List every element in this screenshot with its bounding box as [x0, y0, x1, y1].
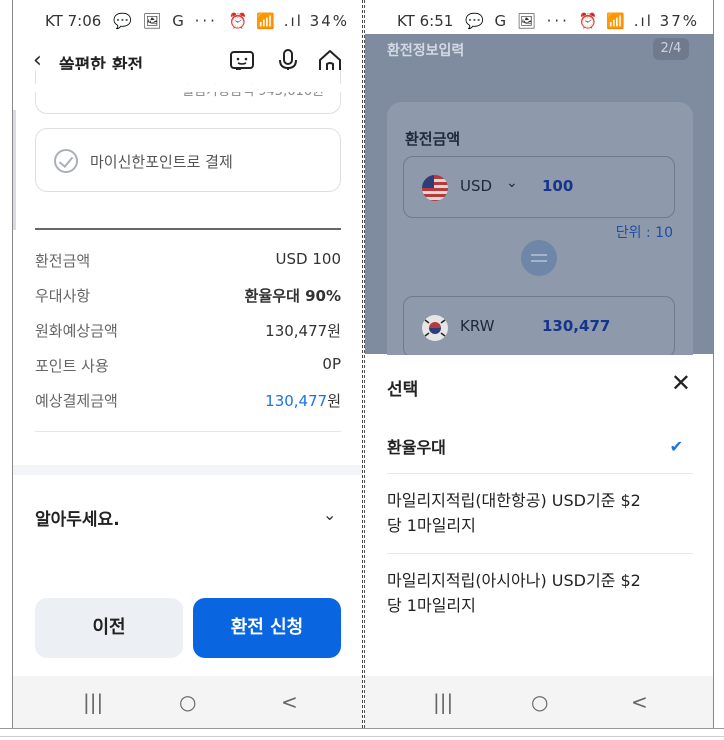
close-icon[interactable]: ✕	[671, 369, 691, 397]
frame-border	[0, 728, 724, 729]
sheet-title: 선택	[387, 380, 419, 400]
status-bar: KT 7:06 💬 🖼 G ··· ⏰ 📶 .ıl 34%	[13, 0, 363, 38]
summary-row-benefit: 우대사항 환율우대 90%	[35, 285, 341, 307]
summary-value: 130,477원	[265, 390, 341, 411]
step-title: 환전정보입력	[387, 43, 465, 59]
home-button-icon[interactable]: ○	[179, 690, 196, 714]
summary-value: 130,477원	[265, 322, 341, 340]
back-button-icon[interactable]: <	[631, 690, 648, 714]
prev-button[interactable]: 이전	[35, 598, 183, 658]
right-phone-screen: KT 6:51 💬 G 🖼 ··· ⏰ 📶 .ıl 37% 환전정보입력 2/4…	[364, 0, 714, 728]
header-mask	[13, 84, 363, 92]
divider	[35, 431, 341, 432]
option-bottom-sheet: 선택 ✕ 환율우대 ✔ 마일리지적립(대한항공) USD기준 $2 당 1마일리…	[365, 355, 713, 676]
check-circle-icon[interactable]	[54, 149, 78, 173]
back-button-icon[interactable]: <	[281, 690, 298, 714]
point-payment-option[interactable]: 마이신한포인트로 결제	[35, 128, 341, 192]
notice-title[interactable]: 알아두세요.	[35, 505, 120, 530]
summary-key: 우대사항	[35, 287, 91, 305]
payment-amount: 130,477	[265, 392, 328, 410]
amount-label: 환전금액	[405, 130, 461, 148]
option-divider	[387, 553, 693, 554]
option-mileage-asiana[interactable]: 마일리지적립(아시아나) USD기준 $2 당 1마일리지	[387, 568, 693, 618]
summary-value: 환율우대 90%	[244, 287, 341, 305]
notification-icons: 💬 G 🖼 ···	[465, 12, 570, 30]
summary-value: USD 100	[275, 250, 341, 268]
apply-exchange-button[interactable]: 환전 신청	[193, 598, 341, 658]
check-icon: ✔	[669, 437, 683, 456]
recent-apps-icon[interactable]: |||	[433, 690, 453, 714]
chevron-down-icon[interactable]: ⌄	[323, 505, 336, 524]
to-currency-field: KRW 130,477	[403, 296, 675, 358]
recent-apps-icon[interactable]: |||	[83, 690, 103, 714]
from-currency-code: USD	[460, 177, 493, 195]
system-icons: ⏰ 📶 .ıl 34%	[228, 12, 349, 30]
to-currency-code: KRW	[460, 317, 495, 335]
point-payment-label: 마이신한포인트로 결제	[90, 153, 233, 171]
summary-row-points: 포인트 사용 0P	[35, 355, 341, 377]
status-bar: KT 6:51 💬 G 🖼 ··· ⏰ 📶 .ıl 37%	[365, 0, 713, 38]
step-indicator: 2/4	[653, 38, 689, 60]
system-icons: ⏰ 📶 .ıl 37%	[578, 12, 699, 30]
summary-row-krw-estimate: 원화예상금액 130,477원	[35, 320, 341, 342]
system-nav-bar: ||| ○ <	[13, 676, 363, 728]
summary-key: 포인트 사용	[35, 357, 109, 375]
summary-row-amount: 환전금액 USD 100	[35, 250, 341, 272]
status-time: KT 7:06	[45, 12, 102, 30]
option-divider	[387, 473, 693, 474]
summary-key: 예상결제금액	[35, 392, 118, 410]
option-mileage-korean-air[interactable]: 마일리지적립(대한항공) USD기준 $2 당 1마일리지	[387, 488, 693, 538]
summary-key: 환전금액	[35, 252, 91, 270]
summary-key: 원화예상금액	[35, 322, 118, 340]
option-rate-preference[interactable]: 환율우대	[387, 435, 693, 460]
payment-unit: 원	[327, 392, 341, 410]
summary-divider	[35, 228, 341, 230]
chevron-down-icon[interactable]: ⌄	[506, 175, 518, 191]
screenshot-frame: KT 7:06 💬 🖼 G ··· ⏰ 📶 .ıl 34% ‹ 쏠편한 환전 마…	[0, 0, 724, 740]
carousel-edge	[13, 110, 16, 230]
summary-row-payment-estimate: 예상결제금액 130,477원	[35, 390, 341, 412]
unit-note: 단위 : 10	[615, 225, 673, 241]
to-amount: 130,477	[542, 317, 611, 335]
notification-icons: 💬 🖼 G ···	[113, 12, 218, 30]
summary-value: 0P	[322, 355, 341, 373]
home-button-icon[interactable]: ○	[531, 690, 548, 714]
section-separator	[13, 465, 363, 475]
us-flag-icon	[422, 175, 448, 201]
frame-border	[0, 736, 724, 737]
kr-flag-icon	[422, 315, 448, 341]
status-time: KT 6:51	[397, 12, 454, 30]
system-nav-bar: ||| ○ <	[365, 676, 713, 728]
left-phone-screen: KT 7:06 💬 🖼 G ··· ⏰ 📶 .ıl 34% ‹ 쏠편한 환전 마…	[12, 0, 363, 728]
balance-card: 출금가능금액 945,616원	[35, 70, 341, 114]
equals-icon	[521, 240, 557, 276]
from-amount[interactable]: 100	[542, 177, 573, 195]
from-currency-field[interactable]: USD ⌄ 100	[403, 156, 675, 218]
